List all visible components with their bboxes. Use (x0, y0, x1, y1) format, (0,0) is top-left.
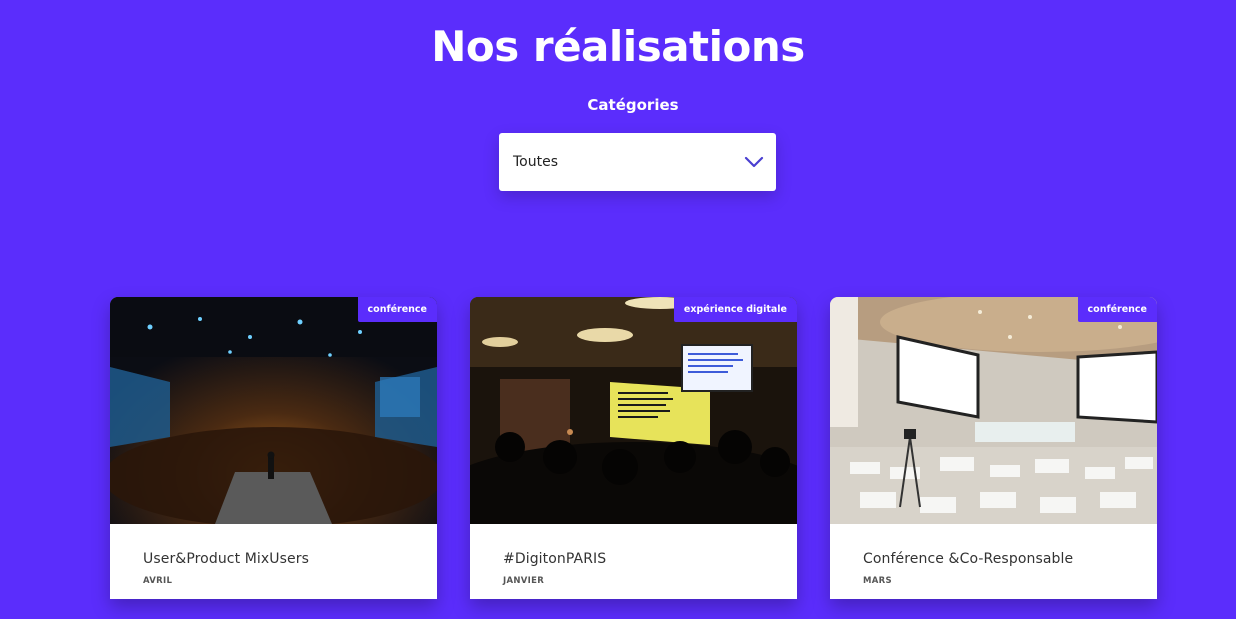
card-date: JANVIER (503, 576, 545, 586)
category-badge: expérience digitale (673, 297, 797, 322)
page: Nos réalisations Catégories Toutes confé… (0, 0, 1236, 619)
card-date: MARS (863, 576, 892, 586)
dark-venue-speaker-photo (470, 297, 797, 524)
page-title: Nos réalisations (431, 22, 805, 71)
category-badge: conférence (1077, 297, 1157, 322)
conference-room-screens-photo (830, 297, 1157, 524)
category-badge: conférence (357, 297, 437, 322)
project-card-2[interactable]: expérience digitale #DigitonPARIS JANVIE… (470, 297, 797, 599)
project-card-1[interactable]: conférence User&Product MixUsers AVRIL (110, 297, 437, 599)
category-label: Catégories (587, 96, 679, 114)
card-title: Conférence &Co-Responsable (863, 551, 1074, 567)
card-title: User&Product MixUsers (143, 551, 309, 567)
category-select[interactable]: Toutes (499, 133, 776, 191)
card-title: #DigitonPARIS (503, 551, 607, 567)
chevron-down-icon (744, 156, 764, 168)
category-select-value: Toutes (513, 154, 559, 170)
card-date: AVRIL (143, 576, 173, 586)
event-hall-audience-photo (110, 297, 437, 524)
project-card-3[interactable]: conférence Conférence &Co-Responsable MA… (830, 297, 1157, 599)
